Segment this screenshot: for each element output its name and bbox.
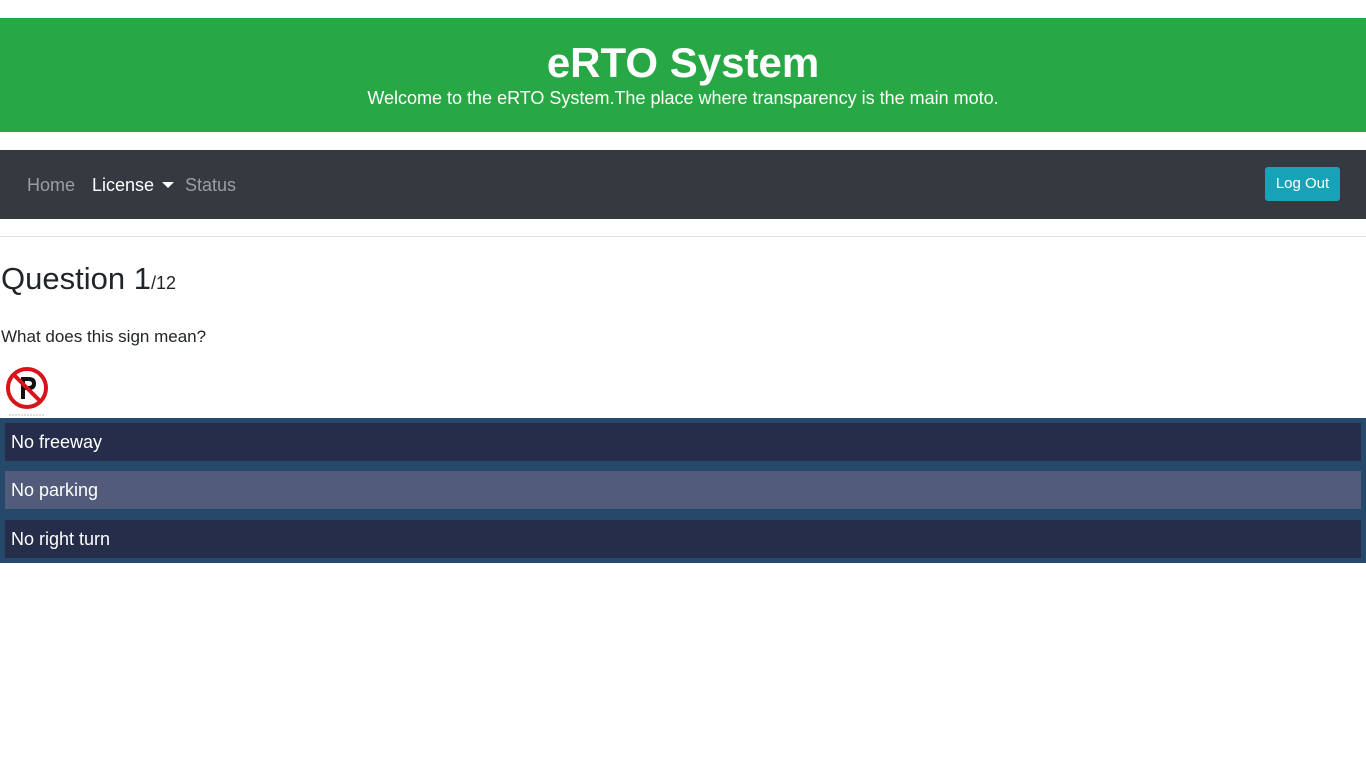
answer-option[interactable]: No freeway bbox=[5, 423, 1361, 461]
no-parking-sign-icon bbox=[6, 367, 48, 416]
question-heading: Question 1/12 bbox=[1, 262, 176, 300]
caret-down-icon bbox=[162, 182, 175, 188]
question-number: Question 1 bbox=[1, 261, 151, 296]
nav-item-home[interactable]: Home bbox=[27, 174, 75, 196]
site-subtitle: Welcome to the eRTO System.The place whe… bbox=[367, 88, 999, 108]
question-text: What does this sign mean? bbox=[1, 327, 207, 346]
logout-button[interactable]: Log Out bbox=[1265, 167, 1340, 201]
nav-item-license-label: License bbox=[92, 175, 155, 195]
answer-options-panel: No freeway No parking No right turn bbox=[0, 418, 1366, 563]
question-total: /12 bbox=[150, 273, 176, 293]
nav-item-license[interactable]: License bbox=[92, 174, 175, 196]
nav-item-status[interactable]: Status bbox=[185, 174, 236, 196]
header-banner: eRTO System Welcome to the eRTO System.T… bbox=[0, 18, 1366, 132]
navbar: Home License Status Log Out bbox=[0, 150, 1366, 219]
answer-option[interactable]: No right turn bbox=[5, 520, 1361, 558]
site-title: eRTO System bbox=[546, 39, 820, 86]
divider bbox=[0, 236, 1366, 237]
answer-option-selected[interactable]: No parking bbox=[5, 471, 1361, 509]
